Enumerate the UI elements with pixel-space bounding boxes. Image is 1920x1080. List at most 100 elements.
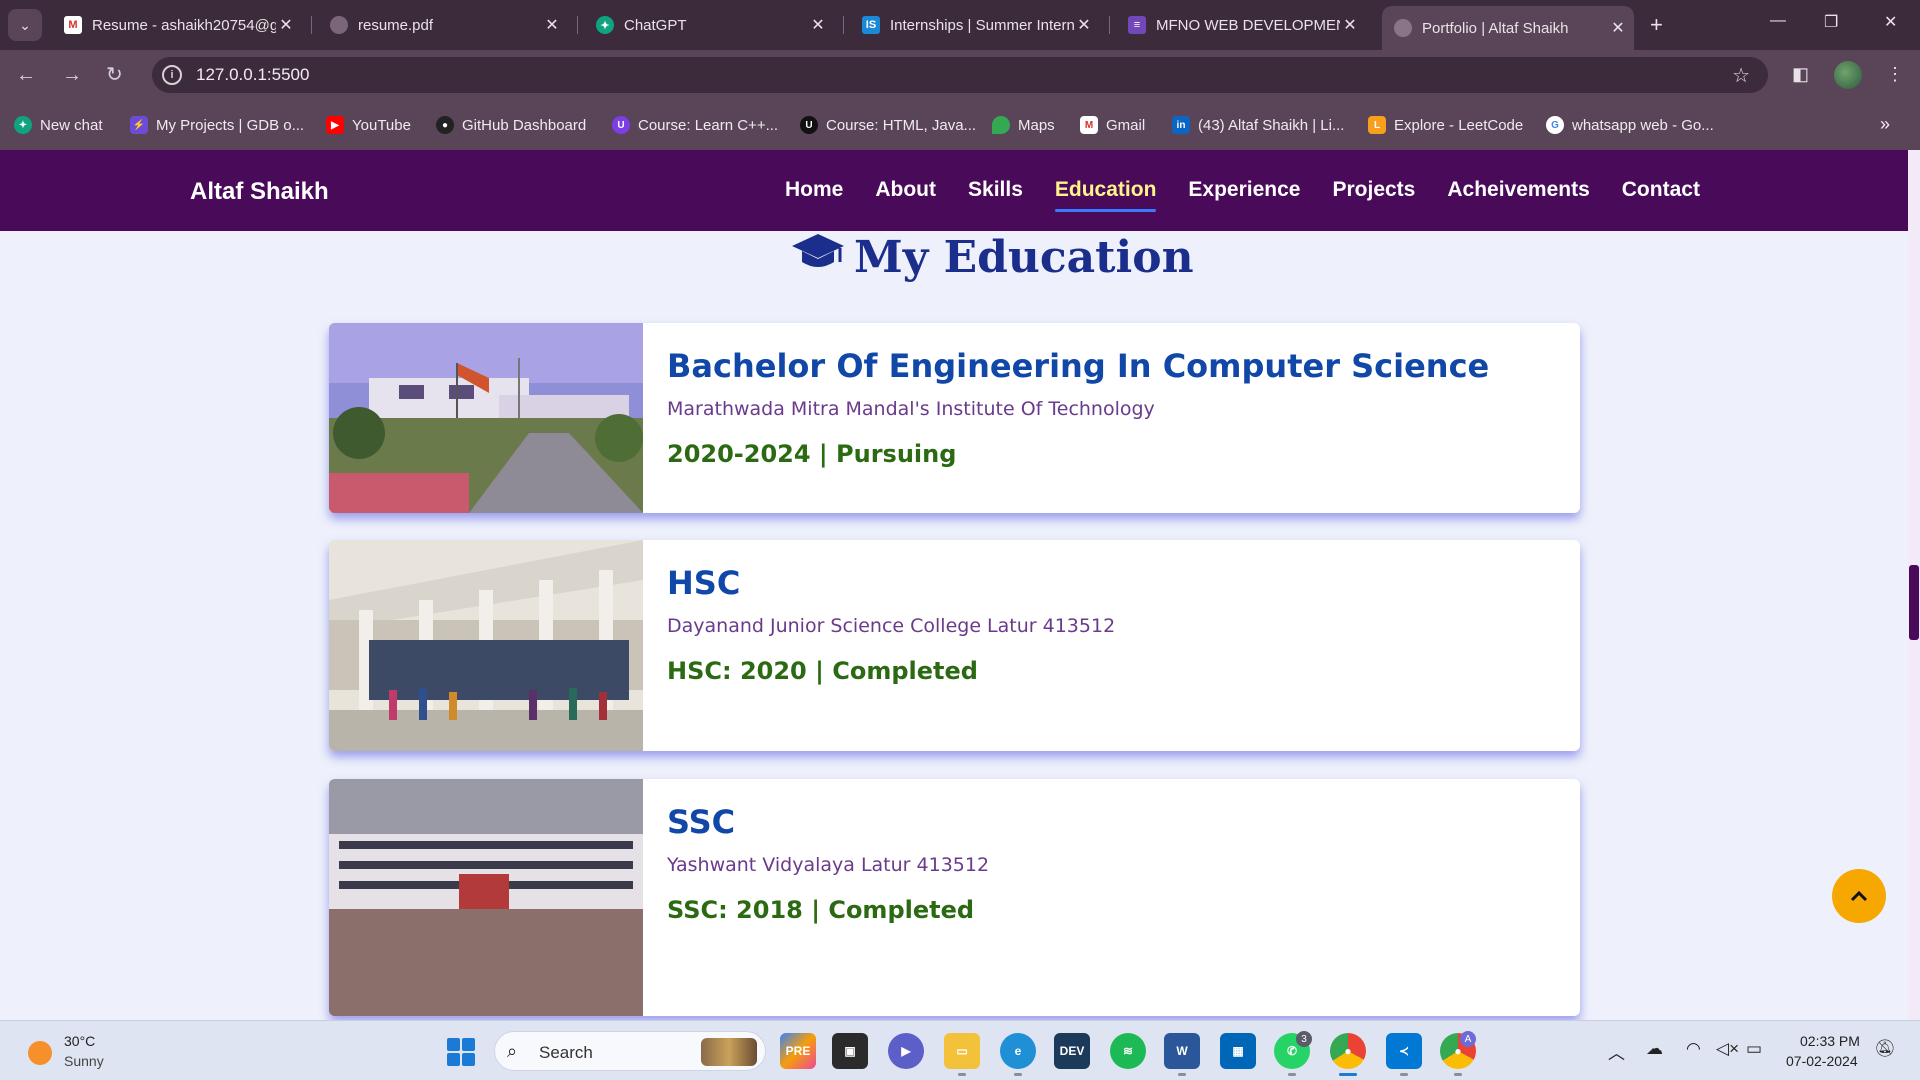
- scroll-to-top-button[interactable]: [1832, 869, 1886, 923]
- tab-resume-pdf[interactable]: resume.pdf ✕: [318, 8, 568, 42]
- chrome-icon[interactable]: ●: [1330, 1033, 1366, 1069]
- reload-icon[interactable]: ↻: [106, 63, 123, 87]
- tab-chatgpt[interactable]: ✦ ChatGPT ✕: [584, 8, 834, 42]
- close-icon[interactable]: ✕: [1074, 15, 1094, 35]
- bookmark-linkedin[interactable]: in (43) Altaf Shaikh | Li...: [1172, 116, 1344, 134]
- bookmark-leetcode[interactable]: L Explore - LeetCode: [1368, 116, 1523, 134]
- dev-icon[interactable]: DEV: [1054, 1033, 1090, 1069]
- bookmark-label: YouTube: [352, 116, 411, 134]
- more-menu-icon[interactable]: ⋮: [1886, 64, 1904, 85]
- speaker-muted-icon[interactable]: ◁×: [1716, 1039, 1739, 1059]
- bookmark-youtube[interactable]: ▶ YouTube: [326, 116, 411, 134]
- tab-internships[interactable]: IS Internships | Summer Internships ✕: [850, 8, 1100, 42]
- search-icon: ⌕: [507, 1041, 518, 1061]
- tab-portfolio[interactable]: Portfolio | Altaf Shaikh ✕: [1382, 6, 1634, 50]
- graduation-cap-icon: [790, 232, 846, 283]
- minimize-icon[interactable]: —: [1770, 12, 1786, 30]
- bookmark-label: New chat: [40, 116, 103, 134]
- gdb-icon: ⚡: [130, 116, 148, 134]
- forward-arrow-icon[interactable]: →: [62, 63, 82, 87]
- taskbar-search[interactable]: ⌕ Search: [494, 1031, 766, 1071]
- bookmark-label: Course: Learn C++...: [638, 116, 779, 134]
- internshala-icon: IS: [862, 16, 880, 34]
- tab-label: MFNO WEB DEVELOPMENT: [1156, 16, 1340, 34]
- weather-condition[interactable]: Sunny: [64, 1053, 104, 1069]
- nav-experience[interactable]: Experience: [1188, 178, 1300, 208]
- meet-icon[interactable]: ▶: [888, 1033, 924, 1069]
- institute-name: Yashwant Vidyalaya Latur 413512: [667, 854, 990, 876]
- close-icon[interactable]: ✕: [1608, 18, 1628, 38]
- nav-about[interactable]: About: [875, 178, 936, 208]
- forms-icon: ≡: [1128, 16, 1146, 34]
- notification-bell-icon[interactable]: 🔕︎: [1874, 1039, 1896, 1059]
- bookmark-whatsapp-search[interactable]: G whatsapp web - Go...: [1546, 116, 1714, 134]
- wifi-icon[interactable]: ◠: [1686, 1039, 1701, 1059]
- tab-mfno-forms[interactable]: ≡ MFNO WEB DEVELOPMENT ✕: [1116, 8, 1366, 42]
- weather-sun-icon[interactable]: [28, 1041, 52, 1065]
- copilot-icon[interactable]: PRE: [780, 1033, 816, 1069]
- nav-acheivements[interactable]: Acheivements: [1447, 178, 1589, 208]
- nav-home[interactable]: Home: [785, 178, 843, 208]
- site-brand[interactable]: Altaf Shaikh: [190, 178, 329, 206]
- avatar[interactable]: [1834, 61, 1862, 89]
- close-icon[interactable]: ✕: [1340, 15, 1360, 35]
- spotify-icon[interactable]: ≋: [1110, 1033, 1146, 1069]
- url-text[interactable]: 127.0.0.1:5500: [196, 65, 309, 85]
- college-photo: [329, 540, 643, 751]
- nav-contact[interactable]: Contact: [1622, 178, 1700, 208]
- youtube-icon: ▶: [326, 116, 344, 134]
- file-explorer-icon[interactable]: ▭: [944, 1033, 980, 1069]
- store-icon[interactable]: ▦: [1220, 1033, 1256, 1069]
- tab-gmail[interactable]: M Resume - ashaikh20754@gmail.com ✕: [52, 8, 302, 42]
- battery-icon[interactable]: ▭: [1746, 1039, 1762, 1059]
- github-icon: ●: [436, 116, 454, 134]
- bookmark-gdb[interactable]: ⚡ My Projects | GDB o...: [130, 116, 304, 134]
- google-icon: G: [1546, 116, 1564, 134]
- bookmark-maps[interactable]: Maps: [992, 116, 1055, 134]
- clock-date[interactable]: 07-02-2024: [1786, 1053, 1858, 1069]
- weather-temperature[interactable]: 30°C: [64, 1033, 95, 1049]
- tab-divider: [843, 16, 844, 34]
- close-icon[interactable]: ✕: [808, 15, 828, 35]
- restore-icon[interactable]: ❐: [1824, 12, 1838, 32]
- nav-skills[interactable]: Skills: [968, 178, 1023, 208]
- edge-icon[interactable]: e: [1000, 1033, 1036, 1069]
- side-panel-icon[interactable]: ◧: [1792, 64, 1809, 85]
- onedrive-cloud-icon[interactable]: ☁: [1646, 1039, 1663, 1059]
- nav-education[interactable]: Education: [1054, 178, 1156, 212]
- page-scrollbar-thumb[interactable]: [1909, 565, 1919, 640]
- institute-name: Marathwada Mitra Mandal's Institute Of T…: [667, 398, 1155, 420]
- college-photo: [329, 323, 643, 513]
- app-running-indicator: [1454, 1073, 1462, 1076]
- vscode-icon[interactable]: ≺: [1386, 1033, 1422, 1069]
- tab-divider: [311, 16, 312, 34]
- education-years: 2020-2024 | Pursuing: [667, 440, 957, 468]
- more-bookmarks-icon[interactable]: »: [1880, 114, 1890, 135]
- bookmark-label: (43) Altaf Shaikh | Li...: [1198, 116, 1345, 134]
- site-info-icon[interactable]: i: [162, 65, 182, 85]
- window-close-icon[interactable]: ✕: [1884, 12, 1897, 32]
- bookmark-course-cpp[interactable]: U Course: Learn C++...: [612, 116, 778, 134]
- bookmark-github[interactable]: ● GitHub Dashboard: [436, 116, 586, 134]
- bookmark-course-html[interactable]: U Course: HTML, Java...: [800, 116, 976, 134]
- chevron-up-icon[interactable]: ︿: [1608, 1039, 1625, 1064]
- bookmark-label: whatsapp web - Go...: [1572, 116, 1714, 134]
- windows-start-icon[interactable]: [447, 1038, 475, 1066]
- tab-search-button[interactable]: ⌄: [8, 9, 42, 41]
- back-arrow-icon[interactable]: ←: [16, 63, 36, 87]
- bookmark-new-chat[interactable]: ✦ New chat: [14, 116, 103, 134]
- clock-time[interactable]: 02:33 PM: [1800, 1033, 1860, 1049]
- bookmark-gmail[interactable]: M Gmail: [1080, 116, 1145, 134]
- app-running-indicator: [1014, 1073, 1022, 1076]
- bookmark-star-icon[interactable]: ☆: [1732, 63, 1750, 88]
- address-bar[interactable]: i 127.0.0.1:5500 ☆: [152, 57, 1768, 93]
- chevron-up-icon: [1850, 890, 1868, 902]
- leetcode-icon: L: [1368, 116, 1386, 134]
- search-highlight-image: [701, 1038, 757, 1066]
- close-icon[interactable]: ✕: [276, 15, 296, 35]
- word-icon[interactable]: W: [1164, 1033, 1200, 1069]
- close-icon[interactable]: ✕: [542, 15, 562, 35]
- nav-projects[interactable]: Projects: [1332, 178, 1415, 208]
- new-tab-button[interactable]: +: [1650, 12, 1663, 38]
- task-view-icon[interactable]: ▣: [832, 1033, 868, 1069]
